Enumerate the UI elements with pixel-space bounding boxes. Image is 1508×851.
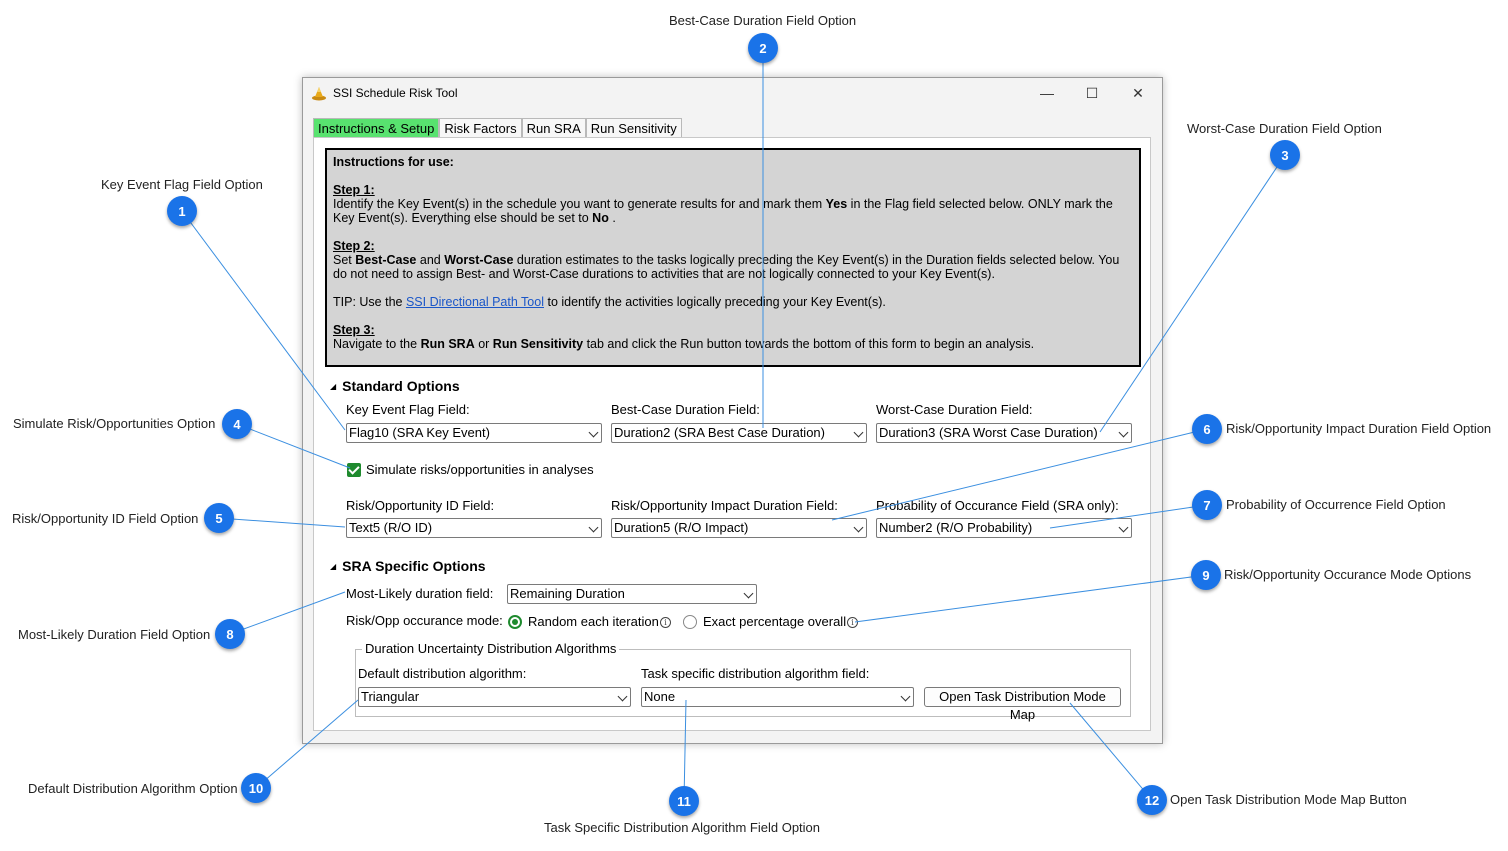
instructions-box: Instructions for use: Step 1: Identify t…: [325, 148, 1141, 367]
app-logo-icon: [312, 87, 326, 101]
simulate-risks-label[interactable]: Simulate risks/opportunities in analyses: [366, 462, 594, 477]
chevron-down-icon: [743, 588, 754, 599]
ro-id-field-select[interactable]: Text5 (R/O ID): [346, 518, 602, 538]
chevron-down-icon: [853, 522, 864, 533]
open-distribution-map-button[interactable]: Open Task Distribution Mode Map: [924, 687, 1121, 722]
ro-id-field-label: Risk/Opportunity ID Field:: [346, 498, 495, 513]
chevron-down-icon: [1118, 522, 1129, 533]
step3-text: Navigate to the Run SRA or Run Sensitivi…: [333, 337, 1035, 351]
callout-badge-4: 4: [222, 409, 252, 439]
simulate-risks-checkbox[interactable]: [347, 463, 361, 477]
chevron-down-icon: [588, 522, 599, 533]
occurance-mode-label: Risk/Opp occurance mode:: [346, 613, 503, 628]
step1-text: Identify the Key Event(s) in the schedul…: [333, 197, 1113, 225]
callout-badge-5: 5: [204, 503, 234, 533]
callout-label-6: Risk/Opportunity Impact Duration Field O…: [1226, 421, 1492, 436]
best-case-duration-select[interactable]: Duration2 (SRA Best Case Duration): [611, 423, 867, 443]
callout-badge-3: 3: [1270, 140, 1300, 170]
callout-badge-12: 12: [1137, 785, 1167, 815]
callout-label-2: Best-Case Duration Field Option: [669, 13, 857, 28]
most-likely-duration-select[interactable]: Remaining Duration: [507, 584, 757, 604]
chevron-down-icon: [900, 691, 911, 702]
default-distribution-select[interactable]: Triangular: [358, 687, 631, 707]
chevron-down-icon: [617, 691, 628, 702]
maximize-button[interactable]: ☐: [1077, 82, 1107, 104]
step2-text: Set Best-Case and Worst-Case duration es…: [333, 253, 1120, 281]
callout-label-4: Simulate Risk/Opportunities Option: [13, 416, 216, 431]
task-distribution-select[interactable]: None: [641, 687, 914, 707]
best-case-duration-label: Best-Case Duration Field:: [611, 402, 760, 417]
callout-badge-9: 9: [1191, 560, 1221, 590]
sra-options-header[interactable]: ◢ SRA Specific Options: [330, 558, 486, 574]
schedule-risk-tool-window: SSI Schedule Risk Tool — ☐ ✕ Instruction…: [302, 77, 1163, 744]
tab-run-sra[interactable]: Run SRA: [521, 118, 586, 138]
probability-field-select[interactable]: Number2 (R/O Probability): [876, 518, 1132, 538]
callout-badge-10: 10: [241, 773, 271, 803]
tab-strip: Instructions & Setup Risk Factors Run SR…: [313, 118, 682, 138]
random-each-iteration-label[interactable]: Random each iteration: [528, 614, 659, 629]
callout-label-5: Risk/Opportunity ID Field Option: [12, 511, 199, 526]
exact-percentage-label[interactable]: Exact percentage overall: [703, 614, 846, 629]
step1-title: Step 1:: [333, 183, 375, 197]
distribution-algorithms-group: Duration Uncertainty Distribution Algori…: [355, 641, 1131, 722]
chevron-down-icon: [1118, 427, 1129, 438]
tab-run-sensitivity[interactable]: Run Sensitivity: [585, 118, 682, 138]
callout-label-8: Most-Likely Duration Field Option: [18, 627, 211, 642]
tab-risk-factors[interactable]: Risk Factors: [439, 118, 522, 138]
step3-title: Step 3:: [333, 323, 375, 337]
random-each-iteration-radio[interactable]: [508, 615, 522, 629]
callout-label-9: Risk/Opportunity Occurance Mode Options: [1224, 567, 1472, 582]
info-icon[interactable]: i: [660, 617, 671, 628]
info-icon[interactable]: i: [847, 617, 858, 628]
ro-impact-duration-label: Risk/Opportunity Impact Duration Field:: [611, 498, 838, 513]
task-distribution-label: Task specific distribution algorithm fie…: [641, 666, 870, 681]
callout-label-11: Task Specific Distribution Algorithm Fie…: [544, 820, 821, 835]
most-likely-duration-label: Most-Likely duration field:: [346, 586, 494, 601]
standard-options-header[interactable]: ◢ Standard Options: [330, 378, 460, 394]
callout-label-10: Default Distribution Algorithm Option: [28, 781, 238, 796]
tab-instructions-setup[interactable]: Instructions & Setup: [313, 118, 440, 138]
key-event-flag-label: Key Event Flag Field:: [346, 402, 470, 417]
exact-percentage-radio[interactable]: [683, 615, 697, 629]
window-title: SSI Schedule Risk Tool: [333, 86, 458, 100]
step2-title: Step 2:: [333, 239, 375, 253]
instructions-heading: Instructions for use:: [333, 155, 454, 169]
callout-badge-7: 7: [1192, 490, 1222, 520]
collapse-triangle-icon[interactable]: ◢: [330, 562, 336, 571]
chevron-down-icon: [853, 427, 864, 438]
directional-path-tool-link[interactable]: SSI Directional Path Tool: [406, 295, 544, 309]
key-event-flag-select[interactable]: Flag10 (SRA Key Event): [346, 423, 602, 443]
default-distribution-label: Default distribution algorithm:: [358, 666, 527, 681]
minimize-button[interactable]: —: [1032, 82, 1062, 104]
callout-label-1: Key Event Flag Field Option: [101, 177, 263, 192]
title-bar[interactable]: SSI Schedule Risk Tool — ☐ ✕: [303, 78, 1162, 108]
ro-impact-duration-select[interactable]: Duration5 (R/O Impact): [611, 518, 867, 538]
chevron-down-icon: [588, 427, 599, 438]
distribution-group-title: Duration Uncertainty Distribution Algori…: [362, 641, 620, 656]
worst-case-duration-label: Worst-Case Duration Field:: [876, 402, 1033, 417]
callout-label-12: Open Task Distribution Mode Map Button: [1170, 792, 1407, 807]
callout-badge-6: 6: [1192, 414, 1222, 444]
collapse-triangle-icon[interactable]: ◢: [330, 382, 336, 391]
callout-badge-1: 1: [167, 196, 197, 226]
callout-label-3: Worst-Case Duration Field Option: [1187, 121, 1382, 136]
callout-badge-8: 8: [215, 619, 245, 649]
instructions-setup-panel: Instructions for use: Step 1: Identify t…: [313, 137, 1151, 731]
callout-badge-2: 2: [748, 33, 778, 63]
probability-field-label: Probability of Occurance Field (SRA only…: [876, 498, 1119, 513]
callout-badge-11: 11: [669, 786, 699, 816]
tip-text: TIP: Use the SSI Directional Path Tool t…: [333, 295, 886, 309]
worst-case-duration-select[interactable]: Duration3 (SRA Worst Case Duration): [876, 423, 1132, 443]
close-button[interactable]: ✕: [1123, 82, 1153, 104]
callout-label-7: Probability of Occurrence Field Option: [1226, 497, 1446, 512]
